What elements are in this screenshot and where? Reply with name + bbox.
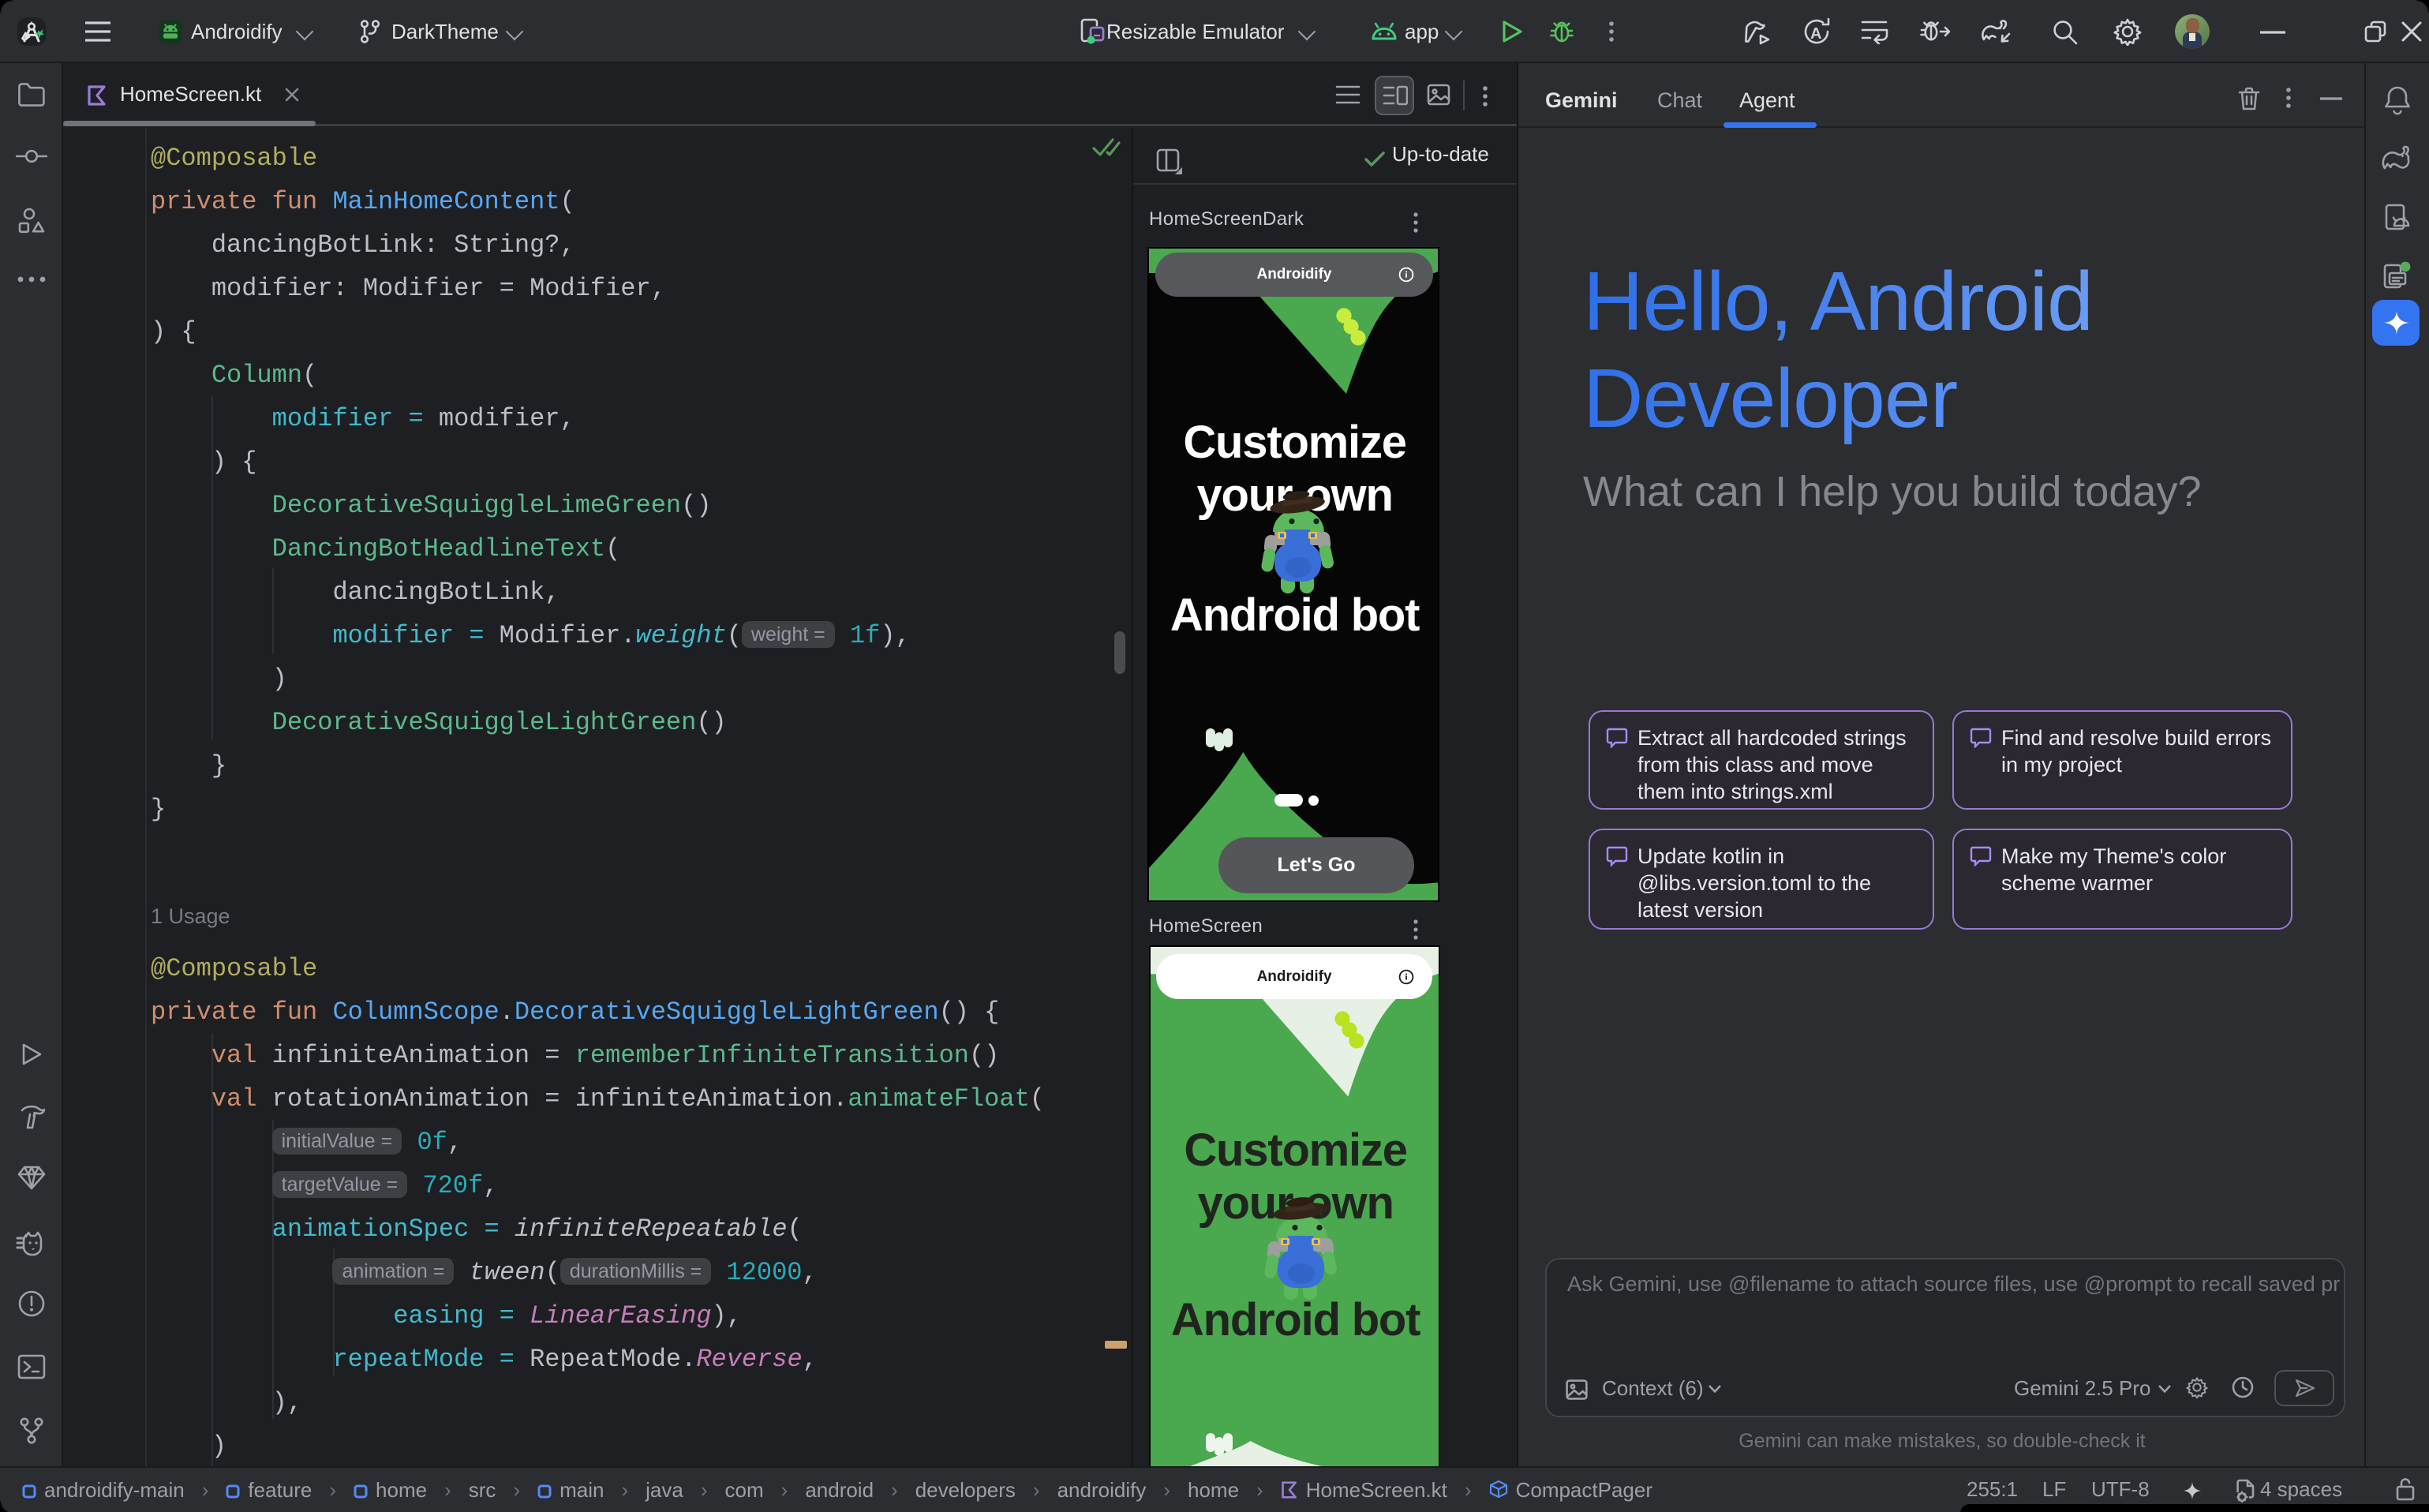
svg-text:A: A [1810,25,1821,43]
